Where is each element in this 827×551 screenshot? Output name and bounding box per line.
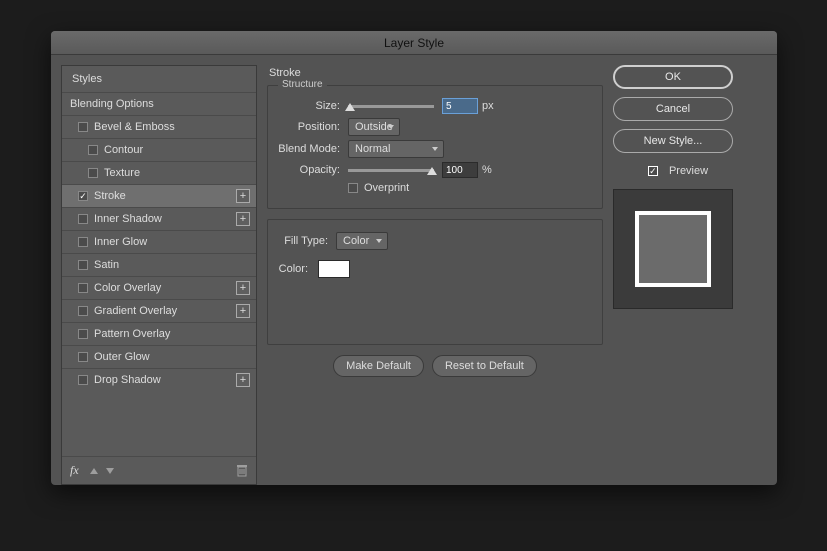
sidebar-item-checkbox[interactable]: [78, 214, 88, 224]
filltype-value: Color: [343, 235, 369, 247]
sidebar-item-stroke[interactable]: Stroke +: [62, 184, 256, 207]
sidebar-item-drop-shadow[interactable]: Drop Shadow +: [62, 368, 256, 391]
sidebar-item-pattern-overlay[interactable]: Pattern Overlay: [62, 322, 256, 345]
dialog-title: Layer Style: [51, 31, 777, 55]
sidebar-footer: fx: [62, 456, 256, 484]
sidebar-item-checkbox[interactable]: [88, 168, 98, 178]
sidebar-blending-options[interactable]: Blending Options: [62, 92, 256, 115]
sidebar-item-checkbox[interactable]: [78, 191, 88, 201]
blendmode-value: Normal: [355, 143, 390, 155]
arrow-down-icon[interactable]: [105, 466, 115, 476]
reset-default-button[interactable]: Reset to Default: [432, 355, 537, 377]
fx-icon[interactable]: fx: [70, 463, 79, 478]
sidebar-item-checkbox[interactable]: [78, 352, 88, 362]
sidebar-item-label: Contour: [104, 144, 143, 156]
sidebar-item-label: Satin: [94, 259, 119, 271]
add-effect-icon[interactable]: +: [236, 304, 250, 318]
filltype-dropdown[interactable]: Color: [336, 232, 388, 250]
sidebar-item-gradient-overlay[interactable]: Gradient Overlay +: [62, 299, 256, 322]
sidebar-item-checkbox[interactable]: [78, 375, 88, 385]
sidebar-item-contour[interactable]: Contour: [62, 138, 256, 161]
structure-legend: Structure: [278, 79, 327, 90]
sidebar-item-label: Gradient Overlay: [94, 305, 177, 317]
sidebar-item-label: Blending Options: [70, 98, 154, 110]
preview-label: Preview: [669, 165, 708, 177]
sidebar-item-checkbox[interactable]: [78, 329, 88, 339]
blendmode-label: Blend Mode:: [278, 143, 348, 155]
sidebar-item-label: Inner Glow: [94, 236, 147, 248]
sidebar-item-checkbox[interactable]: [78, 122, 88, 132]
add-effect-icon[interactable]: +: [236, 189, 250, 203]
position-label: Position:: [278, 121, 348, 133]
overprint-checkbox[interactable]: [348, 183, 358, 193]
preview-thumbnail: [613, 189, 733, 309]
sidebar-item-bevel-emboss[interactable]: Bevel & Emboss: [62, 115, 256, 138]
right-column: OK Cancel New Style... Preview: [613, 65, 743, 485]
blendmode-dropdown[interactable]: Normal: [348, 140, 444, 158]
sidebar-item-checkbox[interactable]: [78, 237, 88, 247]
make-default-button[interactable]: Make Default: [333, 355, 424, 377]
styles-sidebar: Styles Blending Options Bevel & Emboss Co…: [61, 65, 257, 485]
sidebar-item-inner-shadow[interactable]: Inner Shadow +: [62, 207, 256, 230]
overprint-label: Overprint: [364, 182, 409, 194]
cancel-button[interactable]: Cancel: [613, 97, 733, 121]
size-slider[interactable]: [348, 105, 434, 108]
filltype-label: Fill Type:: [278, 235, 336, 247]
sidebar-header: Styles: [62, 66, 256, 92]
opacity-input[interactable]: [442, 162, 478, 178]
color-label: Color:: [278, 263, 316, 275]
opacity-label: Opacity:: [278, 164, 348, 176]
sidebar-item-inner-glow[interactable]: Inner Glow: [62, 230, 256, 253]
add-effect-icon[interactable]: +: [236, 281, 250, 295]
structure-group: Structure Size: px Position: Outside Ble…: [267, 85, 603, 209]
sidebar-item-label: Color Overlay: [94, 282, 161, 294]
opacity-unit: %: [482, 164, 492, 176]
sidebar-item-label: Drop Shadow: [94, 374, 161, 386]
sidebar-item-label: Texture: [104, 167, 140, 179]
sidebar-item-satin[interactable]: Satin: [62, 253, 256, 276]
sidebar-item-checkbox[interactable]: [78, 283, 88, 293]
sidebar-item-label: Outer Glow: [94, 351, 150, 363]
trash-icon[interactable]: [236, 464, 248, 477]
add-effect-icon[interactable]: +: [236, 212, 250, 226]
sidebar-item-label: Inner Shadow: [94, 213, 162, 225]
sidebar-item-checkbox[interactable]: [78, 260, 88, 270]
layer-style-dialog: Layer Style Styles Blending Options Beve…: [51, 31, 777, 485]
ok-button[interactable]: OK: [613, 65, 733, 89]
sidebar-item-texture[interactable]: Texture: [62, 161, 256, 184]
preview-sample: [639, 215, 707, 283]
sidebar-item-label: Bevel & Emboss: [94, 121, 175, 133]
position-value: Outside: [355, 121, 393, 133]
size-input[interactable]: [442, 98, 478, 114]
sidebar-item-color-overlay[interactable]: Color Overlay +: [62, 276, 256, 299]
arrow-up-icon[interactable]: [89, 466, 99, 476]
new-style-button[interactable]: New Style...: [613, 129, 733, 153]
color-swatch[interactable]: [318, 260, 350, 278]
stroke-panel: Stroke Structure Size: px Position: Outs…: [267, 65, 603, 485]
sidebar-item-checkbox[interactable]: [78, 306, 88, 316]
sidebar-item-label: Stroke: [94, 190, 126, 202]
position-dropdown[interactable]: Outside: [348, 118, 400, 136]
preview-checkbox[interactable]: [648, 166, 658, 176]
fill-group: Fill Type: Color Color:: [267, 219, 603, 345]
sidebar-item-outer-glow[interactable]: Outer Glow: [62, 345, 256, 368]
size-unit: px: [482, 100, 494, 112]
sidebar-item-checkbox[interactable]: [88, 145, 98, 155]
opacity-slider[interactable]: [348, 169, 434, 172]
add-effect-icon[interactable]: +: [236, 373, 250, 387]
sidebar-item-label: Pattern Overlay: [94, 328, 170, 340]
size-label: Size:: [278, 100, 348, 112]
